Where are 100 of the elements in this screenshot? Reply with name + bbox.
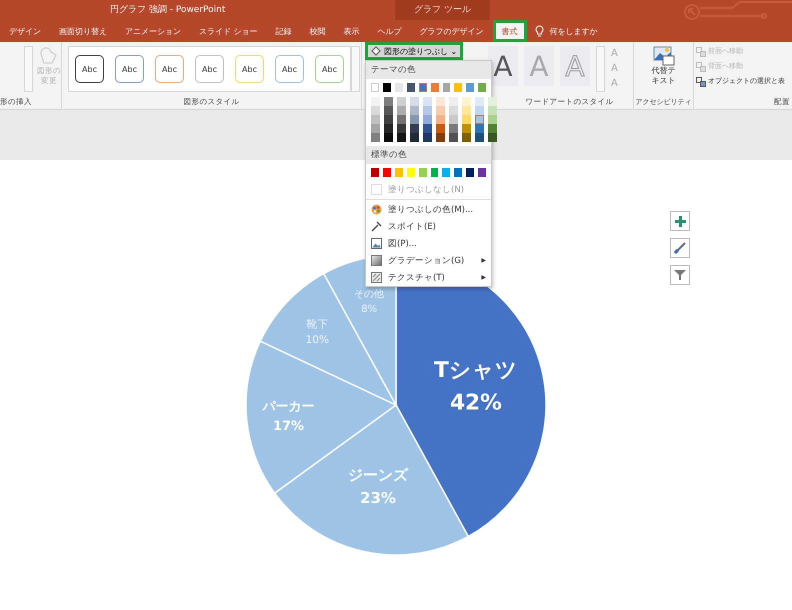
color-swatch[interactable] — [384, 97, 393, 106]
color-swatch[interactable] — [449, 133, 458, 142]
color-swatch[interactable] — [371, 83, 380, 92]
color-swatch[interactable] — [384, 115, 393, 124]
color-swatch[interactable] — [475, 115, 484, 124]
color-swatch[interactable] — [423, 124, 432, 133]
color-swatch[interactable] — [475, 124, 484, 133]
shape-style-preset[interactable]: Abc — [195, 55, 224, 83]
color-swatch[interactable] — [449, 106, 458, 115]
color-swatch[interactable] — [449, 115, 458, 124]
menu-item[interactable]: 図(P)... — [366, 235, 491, 252]
color-swatch[interactable] — [397, 97, 406, 106]
shape-style-preset[interactable]: Abc — [275, 55, 304, 83]
ribbon-tab[interactable]: 校閲 — [300, 20, 335, 42]
color-swatch[interactable] — [418, 168, 427, 177]
wordart-preset[interactable]: A — [488, 46, 518, 86]
color-swatch[interactable] — [488, 115, 497, 124]
color-swatch[interactable] — [454, 83, 462, 92]
color-swatch[interactable] — [410, 124, 419, 133]
color-swatch[interactable] — [410, 115, 419, 124]
color-swatch[interactable] — [436, 106, 445, 115]
color-swatch[interactable] — [406, 168, 415, 177]
color-swatch[interactable] — [395, 83, 403, 92]
shape-style-preset[interactable]: Abc — [115, 55, 144, 83]
color-swatch[interactable] — [423, 106, 432, 115]
shape-fill-button[interactable]: 図形の塗りつぶし ⌄ — [365, 42, 464, 60]
color-swatch[interactable] — [394, 168, 403, 177]
color-swatch[interactable] — [478, 83, 486, 92]
color-swatch[interactable] — [475, 133, 484, 142]
color-swatch[interactable] — [382, 168, 391, 177]
color-swatch[interactable] — [371, 133, 380, 142]
color-swatch[interactable] — [397, 124, 406, 133]
ribbon-tab[interactable]: スライド ショー — [190, 20, 267, 42]
gallery-scrollbar[interactable] — [351, 46, 360, 92]
color-swatch[interactable] — [488, 106, 497, 115]
gallery-scrollbar[interactable] — [596, 46, 605, 92]
ribbon-tab[interactable]: 画面切り替え — [50, 20, 116, 42]
color-swatch[interactable] — [423, 97, 432, 106]
ribbon-tab[interactable]: 書式 — [492, 20, 527, 42]
alt-text-button[interactable]: 代替テ キスト — [652, 46, 676, 86]
ribbon-tab[interactable]: 記録 — [266, 20, 301, 42]
color-swatch[interactable] — [371, 168, 379, 177]
color-swatch[interactable] — [466, 83, 474, 92]
color-swatch[interactable] — [488, 97, 497, 106]
chart-tool-button[interactable] — [670, 238, 690, 258]
color-swatch[interactable] — [423, 133, 432, 142]
color-swatch[interactable] — [462, 124, 471, 133]
menu-item[interactable]: スポイト(E) — [366, 218, 491, 235]
menu-item[interactable]: 塗りつぶしの色(M)... — [366, 201, 491, 218]
ribbon-tab[interactable]: ヘルプ — [368, 20, 411, 42]
color-swatch[interactable] — [462, 133, 471, 142]
color-swatch[interactable] — [449, 97, 458, 106]
shape-style-preset[interactable]: Abc — [315, 55, 344, 83]
color-swatch[interactable] — [436, 97, 445, 106]
color-swatch[interactable] — [436, 115, 445, 124]
color-swatch[interactable] — [488, 133, 497, 142]
ribbon-tab[interactable]: グラフのデザイン — [410, 20, 493, 42]
shape-style-preset[interactable]: Abc — [235, 55, 264, 83]
color-swatch[interactable] — [383, 83, 391, 92]
color-swatch[interactable] — [397, 115, 406, 124]
ribbon-tab[interactable]: デザイン — [0, 20, 50, 42]
color-swatch[interactable] — [371, 97, 380, 106]
color-swatch[interactable] — [475, 97, 484, 106]
color-swatch[interactable] — [397, 106, 406, 115]
color-swatch[interactable] — [462, 115, 471, 124]
color-swatch[interactable] — [410, 133, 419, 142]
ribbon-tab[interactable]: 表示 — [334, 20, 369, 42]
color-swatch[interactable] — [488, 124, 497, 133]
color-swatch[interactable] — [384, 106, 393, 115]
gallery-scrollbar[interactable] — [24, 46, 33, 92]
shape-style-preset[interactable]: Abc — [155, 55, 184, 83]
color-swatch[interactable] — [442, 83, 450, 92]
color-swatch[interactable] — [384, 133, 393, 142]
color-swatch[interactable] — [442, 168, 450, 177]
color-swatch[interactable] — [406, 83, 415, 92]
color-swatch[interactable] — [410, 106, 419, 115]
color-swatch[interactable] — [454, 168, 462, 177]
tell-me-field[interactable]: 何をしますか — [550, 26, 598, 36]
chart-tool-button[interactable] — [670, 211, 690, 231]
color-swatch[interactable] — [478, 168, 486, 177]
color-swatch[interactable] — [371, 106, 380, 115]
color-swatch[interactable] — [462, 97, 471, 106]
chart-tool-button[interactable] — [670, 265, 690, 285]
color-swatch[interactable] — [449, 124, 458, 133]
color-swatch[interactable] — [430, 83, 438, 92]
color-swatch[interactable] — [475, 106, 484, 115]
color-swatch[interactable] — [397, 133, 406, 142]
shape-style-preset[interactable]: Abc — [75, 55, 104, 83]
color-swatch[interactable] — [410, 97, 419, 106]
color-swatch[interactable] — [430, 168, 438, 177]
color-swatch[interactable] — [384, 124, 393, 133]
color-swatch[interactable] — [418, 83, 427, 92]
color-swatch[interactable] — [371, 124, 380, 133]
color-swatch[interactable] — [436, 124, 445, 133]
ribbon-tab[interactable]: アニメーション — [116, 20, 190, 42]
color-swatch[interactable] — [436, 133, 445, 142]
color-swatch[interactable] — [462, 106, 471, 115]
color-swatch[interactable] — [466, 168, 474, 177]
color-swatch[interactable] — [423, 115, 432, 124]
color-swatch[interactable] — [371, 115, 380, 124]
